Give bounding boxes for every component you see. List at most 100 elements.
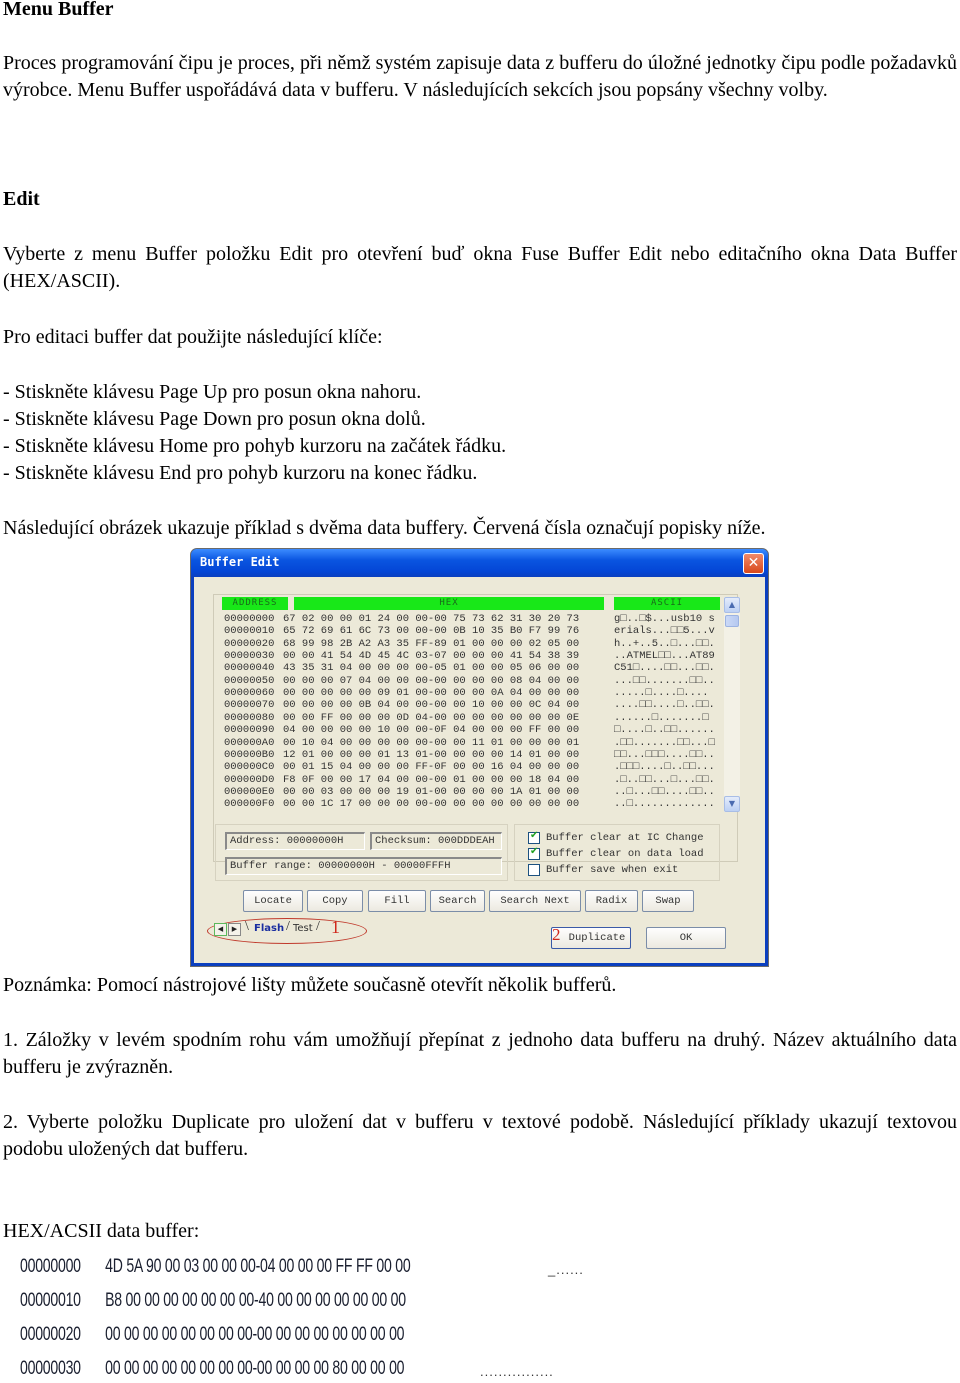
hex-cell[interactable]: 67 02 00 00 01 24 00 00-00 75 73 62 31 3… [283,613,579,625]
address-cell[interactable]: 000000E0 [224,786,274,798]
hex-cell[interactable]: 00 00 00 00 0B 04 00 00-00 00 10 00 00 0… [283,699,579,711]
ascii-cell[interactable]: □....□..□□...... [614,724,715,736]
dump-hex: B8 00 00 00 00 00 00 00-40 00 00 00 00 0… [105,1290,406,1311]
ascii-cell[interactable]: .□□□....□..□□... [614,761,715,773]
checkbox-checked[interactable] [528,830,540,844]
chevron-left-icon[interactable]: ◀ [214,923,227,936]
hex-cell[interactable]: 00 00 00 00 00 09 01 00-00 00 00 0A 04 0… [283,687,579,699]
hex-cell[interactable]: 00 01 15 04 00 00 00 FF-0F 00 00 16 04 0… [283,761,579,773]
address-cell[interactable]: 000000F0 [224,798,274,810]
grid-row[interactable]: 00000080 00 00 FF 00 00 00 0D 04-00 00 00… [216,712,716,724]
radix-button[interactable]: Radix [585,890,638,912]
address-cell[interactable]: 000000B0 [224,749,274,761]
column-header-ascii: ASCII [614,597,720,610]
hex-cell[interactable]: 00 00 1C 17 00 00 00 00-00 00 00 00 00 0… [283,798,579,810]
ascii-cell[interactable]: ..ATMEL□□...AT89 [614,650,715,662]
ascii-cell[interactable]: h..+..5..□...□□. [614,638,715,650]
swap-button[interactable]: Swap [642,890,694,912]
grid-row[interactable]: 00000060 00 00 00 00 00 09 01 00-00 00 00… [216,687,716,699]
ascii-cell[interactable]: .....□....□.... [614,687,709,699]
hex-cell[interactable]: 00 00 41 54 4D 45 4C 03-07 00 00 00 41 5… [283,650,579,662]
address-cell[interactable]: 00000080 [224,712,274,724]
grid-row[interactable]: 00000000 67 02 00 00 01 24 00 00-00 75 73… [216,613,716,625]
address-cell[interactable]: 00000070 [224,699,274,711]
ascii-cell[interactable]: ..□............. [614,798,715,810]
chevron-right-icon[interactable]: ▶ [228,923,241,936]
address-cell[interactable]: 000000C0 [224,761,274,773]
grid-row[interactable]: 00000010 65 72 69 61 6C 73 00 00-00 0B 10… [216,625,716,637]
column-header-address: ADDRESS [222,597,288,610]
hex-cell[interactable]: 12 01 00 00 00 01 13 01-00 00 00 00 14 0… [283,749,579,761]
scroll-thumb[interactable] [725,615,739,627]
ascii-cell[interactable]: ....□□....□..□□. [614,699,715,711]
ascii-cell[interactable]: .□..□□...□...□□. [614,774,715,786]
checkbox-unchecked[interactable] [528,864,540,876]
ascii-cell[interactable]: .□□.......□□...□ [614,737,715,749]
grid-row[interactable]: 00000090 04 00 00 00 00 10 00 00-0F 04 00… [216,724,716,736]
grid-row[interactable]: 00000070 00 00 00 00 0B 04 00 00-00 00 10… [216,699,716,711]
grid-row[interactable]: 000000D0 F8 0F 00 00 17 04 00 00-00 01 00… [216,774,716,786]
ascii-cell[interactable]: ......□.......□ [614,712,709,724]
hex-cell[interactable]: F8 0F 00 00 17 04 00 00-00 01 00 00 00 1… [283,774,579,786]
scroll-down-icon[interactable]: ▼ [724,796,740,812]
tab-test[interactable]: Test [293,922,313,936]
copy-button[interactable]: Copy [307,890,363,912]
address-cell[interactable]: 00000010 [224,625,274,637]
address-cell[interactable]: 000000D0 [224,774,274,786]
locate-button[interactable]: Locate [243,890,303,912]
grid-row[interactable]: 000000C0 00 01 15 04 00 00 00 FF-0F 00 00… [216,761,716,773]
search-button[interactable]: Search [430,890,485,912]
address-cell[interactable]: 00000060 [224,687,274,699]
grid-row[interactable]: 00000040 43 35 31 04 00 00 00 00-05 01 00… [216,662,716,674]
checkbox-checked[interactable] [528,846,540,860]
grid-row[interactable]: 00000030 00 00 41 54 4D 45 4C 03-07 00 00… [216,650,716,662]
dump-hex: 00 00 00 00 00 00 00 00-00 00 00 00 80 0… [105,1358,405,1379]
tab-divider: / [286,919,290,934]
ascii-cell[interactable]: ..□...□□....□□.. [614,786,715,798]
grid-row[interactable]: 000000B0 12 01 00 00 00 01 13 01-00 00 00… [216,749,716,761]
ascii-cell[interactable]: □□...□□□....□□.. [614,749,715,761]
dump-address: 00000020 [20,1324,81,1345]
ok-button[interactable]: OK [646,927,726,949]
grid-row[interactable]: 000000E0 00 00 03 00 00 00 19 01-00 00 00… [216,786,716,798]
tab-flash[interactable]: Flash [254,922,284,936]
hex-cell[interactable]: 00 00 FF 00 00 00 0D 04-00 00 00 00 00 0… [283,712,579,724]
item-1-paragraph: 1. Záložky v levém spodním rohu vám umož… [3,1029,957,1078]
option-save-when-exit[interactable]: Buffer save when exit [528,864,718,878]
ascii-cell[interactable]: g□..□$...usb10 s [614,613,715,625]
address-cell[interactable]: 00000000 [224,613,274,625]
dump-address: 00000010 [20,1290,81,1311]
address-cell[interactable]: 00000090 [224,724,274,736]
grid-row[interactable]: 000000A0 00 10 04 00 00 00 00 00-00 00 11… [216,737,716,749]
hex-cell[interactable]: 00 10 04 00 00 00 00 00-00 00 11 01 00 0… [283,737,579,749]
ascii-cell[interactable]: ...□□.......□□.. [614,675,715,687]
ascii-cell[interactable]: C51□....□□...□□. [614,662,715,674]
grid-row[interactable]: 00000050 00 00 00 07 04 00 00 00-00 00 00… [216,675,716,687]
hex-cell[interactable]: 68 99 98 2B A2 A3 35 FF-89 01 00 00 00 0… [283,638,579,650]
option-clear-ic-change[interactable]: Buffer clear at IC Change [528,830,718,846]
grid-row[interactable]: 000000F0 00 00 1C 17 00 00 00 00-00 00 00… [216,798,716,810]
hex-cell[interactable]: 04 00 00 00 00 10 00 00-0F 04 00 00 00 F… [283,724,579,736]
duplicate-button[interactable]: 2 Duplicate [551,925,631,949]
close-icon[interactable]: ✕ [743,553,764,574]
buffer-range-field: Buffer range: 00000000H - 00000FFFH [225,857,502,875]
hex-cell[interactable]: 65 72 69 61 6C 73 00 00-00 0B 10 35 B0 F… [283,625,579,637]
vertical-scrollbar[interactable]: ▲ ▼ [724,597,740,812]
hex-cell[interactable]: 00 00 03 00 00 00 19 01-00 00 00 00 1A 0… [283,786,579,798]
grid-row[interactable]: 00000020 68 99 98 2B A2 A3 35 FF-89 01 00… [216,638,716,650]
ascii-cell[interactable]: erials...□□5...v [614,625,715,637]
address-cell[interactable]: 00000020 [224,638,274,650]
scroll-up-icon[interactable]: ▲ [724,597,740,613]
callout-number: 2 [552,925,561,944]
key-item: - Stiskněte klávesu End pro pohyb kurzor… [3,462,478,484]
fill-button[interactable]: Fill [368,890,426,912]
address-cell[interactable]: 000000A0 [224,737,274,749]
search-next-button[interactable]: Search Next [489,890,581,912]
address-cell[interactable]: 00000040 [224,662,274,674]
address-cell[interactable]: 00000030 [224,650,274,662]
address-cell[interactable]: 00000050 [224,675,274,687]
hex-cell[interactable]: 43 35 31 04 00 00 00 00-05 01 00 00 05 0… [283,662,579,674]
hex-grid[interactable]: ADDRESS HEX ASCII 00000000 67 02 00 00 01… [216,597,720,859]
option-clear-data-load[interactable]: Buffer clear on data load [528,846,718,862]
hex-cell[interactable]: 00 00 00 07 04 00 00 00-00 00 00 00 08 0… [283,675,579,687]
